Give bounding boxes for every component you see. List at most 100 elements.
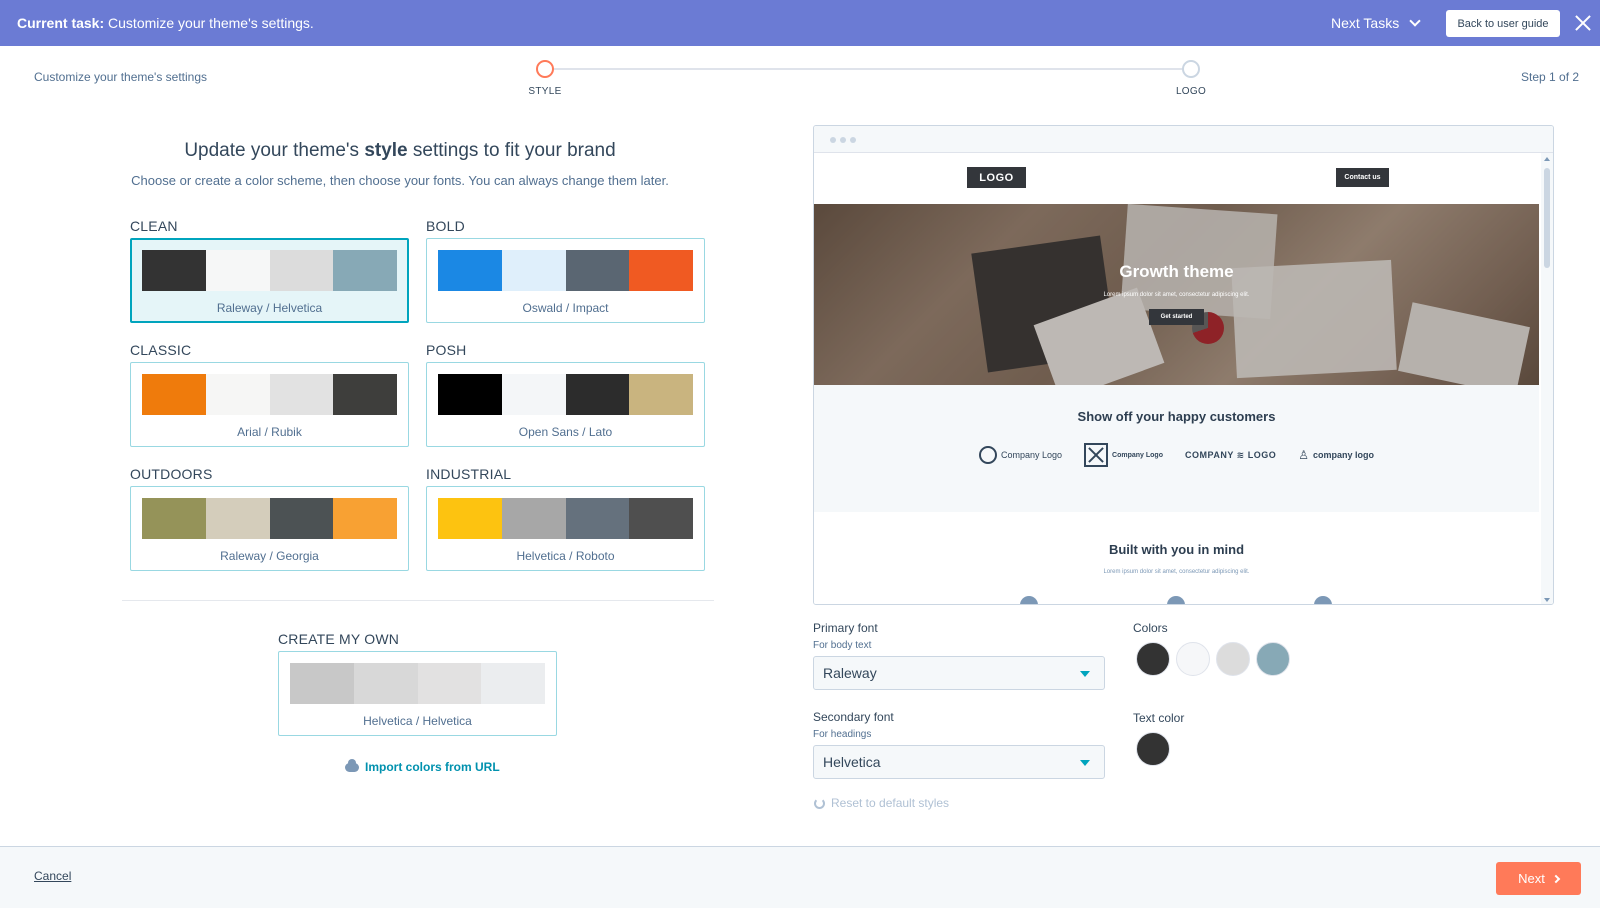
scheme-card-bold[interactable]: Oswald / Impact	[426, 238, 705, 323]
customer-logo-text: COMPANY ≋ LOGO	[1185, 449, 1277, 460]
built-section: Built with you in mind Lorem ipsum dolor…	[814, 512, 1539, 604]
close-icon[interactable]	[1574, 14, 1592, 32]
swatch	[142, 250, 206, 291]
preview-site: LOGO Contact us Growth theme Lorem ipsum…	[814, 153, 1539, 604]
scheme-card-clean[interactable]: Raleway / Helvetica	[130, 238, 409, 323]
current-task-label: Current task:	[17, 15, 105, 31]
preview-scrollbar[interactable]	[1541, 153, 1553, 604]
window-dot-icon	[840, 137, 846, 143]
built-subtitle: Lorem ipsum dolor sit amet, consectetur …	[1103, 569, 1250, 575]
step-logo-label: LOGO	[1175, 86, 1207, 97]
scheme-card-outdoors[interactable]: Raleway / Georgia	[130, 486, 409, 571]
color-swatch[interactable]	[1256, 642, 1290, 676]
customer-logo: Company Logo	[1084, 443, 1163, 467]
step-style-dot[interactable]	[536, 60, 554, 78]
primary-font-value: Raleway	[823, 665, 877, 681]
scheme-swatches	[438, 250, 693, 291]
swatch	[269, 250, 334, 291]
reset-styles-label: Reset to default styles	[831, 796, 950, 810]
step-logo-dot[interactable]	[1182, 60, 1200, 78]
swatch	[629, 498, 693, 539]
swatch	[438, 374, 502, 415]
scheme-title-industrial: INDUSTRIAL	[426, 466, 512, 482]
step-progress-line	[551, 68, 1191, 70]
scheme-card-posh[interactable]: Open Sans / Lato	[426, 362, 705, 447]
lion-logo-icon	[979, 446, 997, 464]
scheme-fonts: Raleway / Georgia	[220, 549, 319, 563]
create-own-card[interactable]: Helvetica / Helvetica	[278, 651, 557, 736]
swatch	[629, 374, 693, 415]
cancel-button[interactable]: Cancel	[34, 869, 71, 883]
scheme-fonts: Open Sans / Lato	[518, 425, 613, 439]
color-swatch[interactable]	[1176, 642, 1210, 676]
scheme-fonts: Arial / Rubik	[237, 425, 302, 439]
swatch	[565, 374, 630, 415]
task-banner: Current task: Customize your theme's set…	[0, 0, 1600, 46]
scheme-fonts: Raleway / Helvetica	[216, 301, 323, 315]
chevron-right-icon	[1551, 874, 1561, 883]
feature-icon	[1314, 596, 1332, 604]
browser-topbar	[814, 126, 1553, 153]
color-swatch[interactable]	[1216, 642, 1250, 676]
customer-logos: Company Logo Company Logo COMPANY ≋ LOGO…	[814, 443, 1539, 467]
scheme-card-industrial[interactable]: Helvetica / Roboto	[426, 486, 705, 571]
current-task-text: Customize your theme's settings.	[108, 15, 314, 31]
swatch	[353, 663, 418, 704]
import-colors-link[interactable]: Import colors from URL	[345, 758, 500, 774]
page-subtitle: Choose or create a color scheme, then ch…	[131, 173, 669, 188]
scroll-up-icon[interactable]	[1544, 157, 1550, 161]
scheme-title-posh: POSH	[426, 342, 467, 358]
footer: Cancel Next	[0, 846, 1600, 908]
page-title: Update your theme's style settings to fi…	[120, 140, 680, 162]
window-dot-icon	[830, 137, 836, 143]
preview-contact-button: Contact us	[1336, 168, 1389, 187]
swatch	[501, 250, 566, 291]
scheme-title-clean: CLEAN	[130, 218, 178, 234]
next-button-label: Next	[1518, 871, 1545, 886]
color-swatch[interactable]	[1136, 642, 1170, 676]
create-own-fonts: Helvetica / Helvetica	[363, 714, 472, 728]
swatch	[501, 498, 566, 539]
swatch	[142, 374, 206, 415]
current-task: Current task: Customize your theme's set…	[17, 15, 314, 31]
scroll-thumb[interactable]	[1544, 168, 1550, 268]
customer-logo: Company Logo	[979, 446, 1062, 464]
primary-font-sub: For body text	[813, 640, 872, 651]
scheme-card-classic[interactable]: Arial / Rubik	[130, 362, 409, 447]
hero-cta-button: Get started	[1149, 309, 1204, 325]
primary-font-select[interactable]: Raleway	[813, 656, 1105, 690]
built-heading: Built with you in mind	[1108, 542, 1245, 557]
customer-logo: ♙ company logo	[1298, 448, 1374, 462]
swatch	[481, 663, 545, 704]
divider	[122, 600, 714, 601]
swatch	[333, 498, 397, 539]
page-title-bold: style	[364, 140, 408, 161]
back-to-user-guide-button[interactable]: Back to user guide	[1446, 10, 1560, 37]
preview-hero: Growth theme Lorem ipsum dolor sit amet,…	[814, 204, 1539, 385]
step-count: Step 1 of 2	[1521, 70, 1580, 84]
swatch	[629, 250, 693, 291]
customer-logo-text: company logo	[1312, 450, 1374, 460]
swatch	[269, 374, 334, 415]
step-style-label: STYLE	[528, 86, 562, 97]
scroll-down-icon[interactable]	[1544, 598, 1550, 602]
next-tasks-label: Next Tasks	[1331, 15, 1400, 31]
hero-title: Growth theme	[1119, 262, 1234, 281]
primary-font-label: Primary font	[813, 621, 878, 635]
swatch	[205, 498, 270, 539]
swatch	[333, 250, 397, 291]
text-color-swatch[interactable]	[1136, 732, 1170, 766]
feature-icon	[1167, 596, 1185, 604]
caret-down-icon	[1080, 760, 1090, 766]
next-button[interactable]: Next	[1496, 862, 1581, 895]
preview-logo: LOGO	[967, 167, 1026, 188]
customer-logo: COMPANY ≋ LOGO	[1185, 450, 1276, 461]
page-title-pre: Update your theme's	[184, 140, 365, 161]
cloud-upload-icon	[345, 758, 359, 772]
box-logo-icon	[1084, 443, 1109, 467]
next-tasks-dropdown[interactable]: Next Tasks	[1331, 15, 1421, 31]
secondary-font-select[interactable]: Helvetica	[813, 745, 1105, 779]
swatch	[205, 374, 270, 415]
chevron-down-icon	[1409, 15, 1421, 27]
reset-styles-link[interactable]: Reset to default styles	[814, 796, 949, 810]
